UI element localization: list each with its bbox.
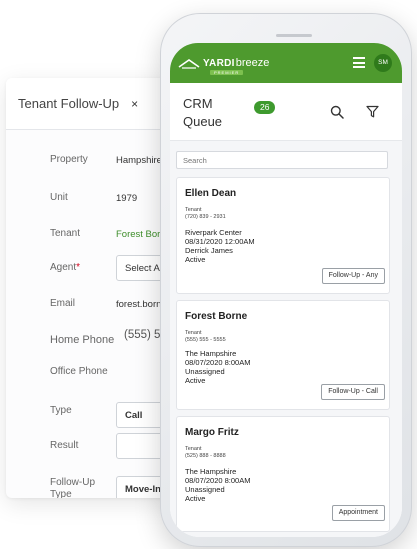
hamburger-menu-icon[interactable] [353, 57, 365, 68]
card-action-button[interactable]: Appointment [331, 505, 385, 521]
unit-label: Unit [50, 192, 68, 203]
logo-yardi-text: YARDI [203, 57, 235, 69]
card-role: Tenant [185, 207, 202, 213]
queue-card[interactable]: Ellen Dean Tenant (720) 839 - 2931 River… [176, 177, 390, 294]
follow-up-type-label-line1: Follow-Up [50, 477, 96, 488]
property-label: Property [50, 154, 88, 165]
type-label: Type [50, 405, 72, 416]
roof-logo-icon [178, 59, 200, 69]
phone-screen: YARDI breeze PREMIER SM CRM Queue 26 Sea… [170, 43, 402, 537]
card-property: Riverpark Center [185, 228, 242, 237]
office-phone-label: Office Phone [50, 366, 108, 377]
queue-header: CRM Queue 26 [170, 83, 402, 141]
card-datetime: 08/07/2020 8:00AM [185, 358, 251, 367]
phone-device: YARDI breeze PREMIER SM CRM Queue 26 Sea… [160, 13, 412, 547]
property-value: Hampshire [116, 154, 162, 166]
search-icon[interactable] [330, 105, 344, 119]
follow-up-type-label-line2: Type [50, 489, 72, 498]
card-property: The Hampshire [185, 467, 237, 476]
card-agent: Derrick James [185, 246, 233, 255]
phone-speaker [276, 34, 312, 37]
yardi-breeze-logo: YARDI breeze [178, 57, 269, 69]
card-role: Tenant [185, 330, 202, 336]
email-label: Email [50, 298, 76, 309]
card-phone: (525) 888 - 8888 [185, 453, 226, 459]
card-status: Active [185, 494, 206, 503]
card-phone: (555) 555 - 5555 [185, 337, 226, 343]
card-action-button[interactable]: Follow-Up - Call [321, 384, 385, 400]
queue-title: CRM Queue [183, 95, 223, 131]
card-agent: Unassigned [185, 367, 225, 376]
required-marker: * [76, 262, 81, 273]
queue-title-line2: Queue [183, 114, 223, 129]
close-icon[interactable]: × [131, 97, 138, 111]
card-name: Forest Borne [185, 311, 248, 322]
queue-card[interactable]: Forest Borne Tenant (555) 555 - 5555 The… [176, 300, 390, 410]
result-label: Result [50, 440, 79, 451]
card-status: Active [185, 376, 206, 385]
card-role: Tenant [185, 446, 202, 452]
tenant-label: Tenant [50, 228, 81, 239]
agent-label: Agent* [50, 262, 80, 274]
unit-value: 1979 [116, 192, 138, 204]
card-name: Margo Fritz [185, 427, 239, 438]
logo-tier-text: PREMIER [210, 70, 244, 75]
agent-label-text: Agent [50, 262, 77, 273]
card-datetime: 08/07/2020 8:00AM [185, 476, 251, 485]
app-header: YARDI breeze PREMIER SM [170, 43, 402, 83]
card-status: Active [185, 255, 206, 264]
queue-title-line1: CRM [183, 96, 213, 111]
follow-up-type-label: Follow-Up Type [50, 477, 95, 498]
logo-breeze-text: breeze [235, 57, 270, 69]
card-agent: Unassigned [185, 485, 225, 494]
search-input[interactable] [176, 151, 388, 169]
card-action-button[interactable]: Follow-Up - Any [321, 268, 385, 284]
queue-count-badge: 26 [254, 101, 276, 114]
queue-card[interactable]: Margo Fritz Tenant (525) 888 - 8888 The … [176, 416, 390, 532]
card-name: Ellen Dean [185, 188, 237, 199]
panel-title: Tenant Follow-Up [18, 96, 120, 111]
card-datetime: 08/31/2020 12:00AM [185, 237, 255, 246]
card-phone: (720) 839 - 2931 [185, 214, 226, 220]
filter-icon[interactable] [366, 105, 379, 118]
queue-list: Ellen Dean Tenant (720) 839 - 2931 River… [170, 141, 402, 537]
card-property: The Hampshire [185, 349, 237, 358]
user-avatar[interactable]: SM [374, 54, 392, 72]
home-phone-label: Home Phone [50, 334, 115, 346]
